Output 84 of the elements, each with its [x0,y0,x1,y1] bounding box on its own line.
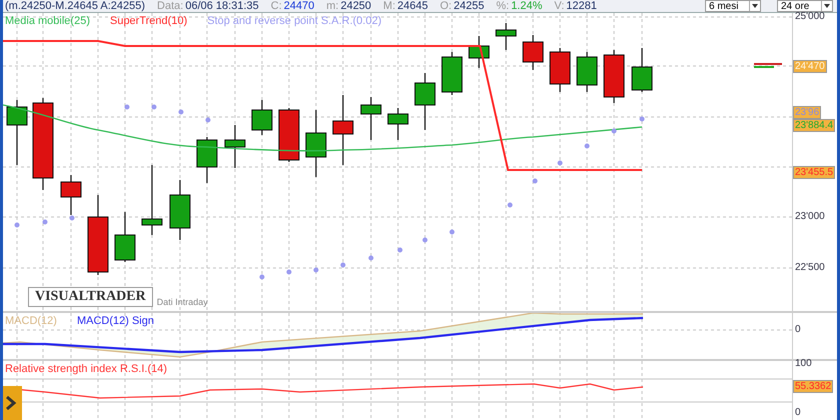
sar-dot [340,262,346,268]
indicator-legend: Stop and reverse point S.A.R.(0.02) [207,15,382,27]
dropdown-arrow-icon [749,1,760,11]
sar-dot [178,110,184,114]
field-value: 12281 [566,0,597,12]
last-price-marker-icon [754,63,782,68]
sar-dot [14,222,20,228]
candle [414,73,436,130]
sar-dot [314,268,318,272]
candle [388,108,408,140]
sar-dot [260,274,264,280]
candle [522,35,544,70]
indicator-legend: MACD(12) Sign [76,315,154,327]
sar-dot [152,104,156,110]
value-tag: 23'96 [793,106,822,119]
sar-dot [422,238,428,242]
sar-dot [368,256,374,260]
sar-dot [450,230,454,234]
candle [114,212,136,262]
candle [170,180,190,240]
sar-dot [42,220,48,224]
candle [496,23,516,50]
indicator-legend: Relative strength index R.S.I.(14) [5,363,168,375]
sar-dot [532,178,538,184]
value-tag: 23'455.5 [793,166,836,179]
axis-label: 25'000 [795,10,825,24]
value-tag: 23'884.4 [793,119,836,132]
field-label: O: [440,0,452,12]
logo: VISUALTRADER [28,287,153,307]
field-value: 06/06 18:31:35 [185,0,259,12]
period-select[interactable]: 24 ore [777,0,833,12]
sar-dot [124,104,130,110]
field-value: 24470 [284,0,314,12]
sar-dot [612,128,616,134]
indicator-legend: Media mobile(25) [5,15,90,27]
sar-dot [508,202,512,208]
data-source-label: Dati Intraday [156,297,208,307]
field-label: m: [326,0,339,12]
axis-label: 22'500 [795,261,825,275]
field-label: V: [554,0,564,12]
candle [306,110,326,177]
field-label: %: [496,0,510,12]
indicator-legend: MACD(12) [5,315,57,327]
candle [278,108,300,162]
candle [6,100,28,165]
candle [468,36,490,68]
sar-dot [558,160,562,166]
axis-label: 0 [795,406,801,420]
field-value: 24250 [340,0,372,12]
dropdown-arrow-icon [821,1,832,11]
axis-label: 23'000 [795,210,825,224]
sar-dot [70,216,74,220]
indicator-legend: SuperTrend(10) [110,15,188,27]
sar-dot [206,118,210,122]
candle [576,52,598,92]
field-value: 1.24% [511,0,542,12]
candle [224,125,246,168]
axis-label: 100 [795,357,812,371]
candle [360,97,382,140]
field-value: 24255 [454,0,484,12]
candle [60,175,82,215]
field-label: M: [383,0,396,12]
candle [252,100,272,135]
value-tag: 24'470 [793,60,827,73]
candle [604,50,624,103]
value-tag: 55.3362 [793,380,834,393]
period-select[interactable]: 6 mesi [705,0,761,12]
sar-dot [640,116,644,122]
field-value: 24645 [397,0,428,12]
sar-dot [584,144,590,148]
axis-label: 0 [795,323,801,337]
candle [142,165,162,235]
candle [196,137,218,183]
chevron-icon [5,396,17,410]
candle [550,48,570,92]
sar-dot [398,248,402,252]
candle [632,48,652,92]
candle [442,52,462,95]
expand-button[interactable] [3,386,22,420]
field-label: Data: [157,0,184,12]
sar-dot [286,270,292,274]
candle [332,95,354,165]
field-label: C: [270,0,282,12]
price-range: (m.24250-M.24645 A:24255) [5,0,146,12]
